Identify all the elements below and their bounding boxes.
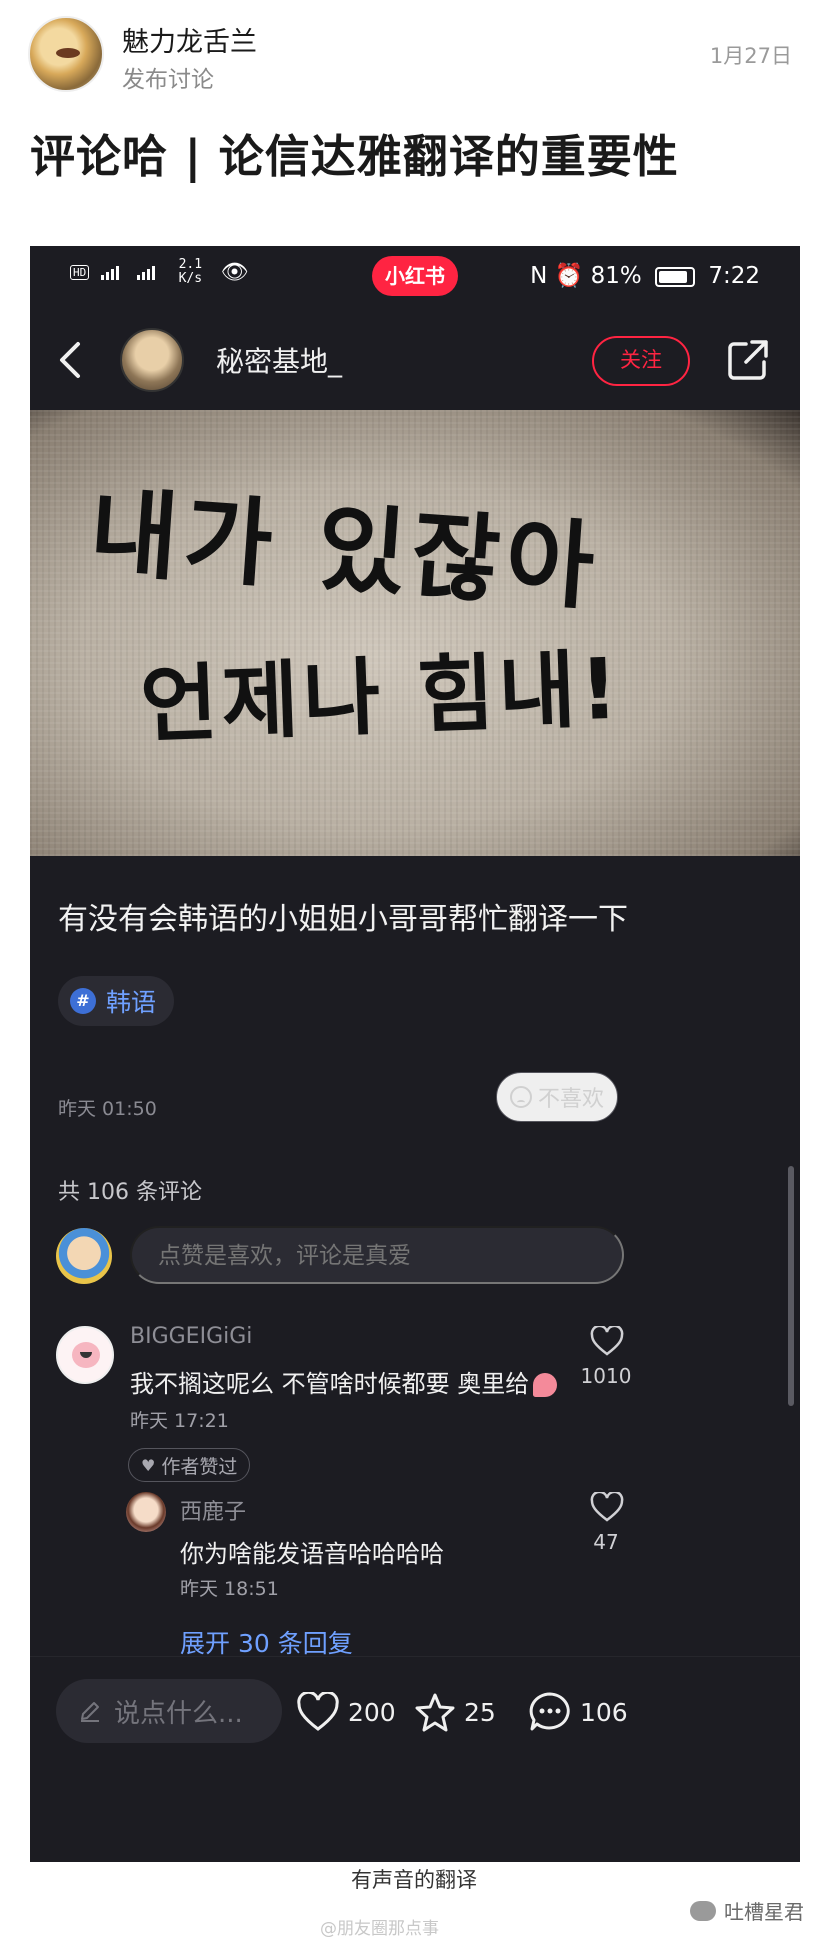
status-right: N ⏰ 81% 7:22 bbox=[530, 262, 760, 289]
star-outline-icon bbox=[415, 1693, 455, 1732]
topic-tag-label: 韩语 bbox=[106, 988, 157, 1017]
comment-like-count: 1010 bbox=[580, 1364, 632, 1388]
comment-text-body: 我不搁这呢么 不管啥时候都要 奥里给 bbox=[130, 1370, 530, 1398]
comment-total: 106 bbox=[580, 1697, 628, 1727]
reply-text: 你为啥能发语音哈哈哈哈 bbox=[180, 1540, 444, 1568]
post-action: 发布讨论 bbox=[122, 67, 214, 93]
battery-percent: 81% bbox=[590, 263, 642, 289]
author-avatar[interactable] bbox=[28, 16, 104, 92]
dislike-button[interactable]: 不喜欢 bbox=[496, 1072, 618, 1122]
like-button[interactable]: 200 bbox=[296, 1687, 396, 1737]
dislike-label: 不喜欢 bbox=[537, 1086, 604, 1111]
note-photo[interactable]: 내가 있잖아 언제나 힘내! bbox=[30, 410, 800, 856]
post-title: 评论哈 | 论信达雅翻译的重要性 bbox=[30, 130, 679, 183]
bottom-action-bar: 说点什么... 200 25 106 bbox=[30, 1656, 800, 1766]
commenter-avatar[interactable] bbox=[56, 1326, 114, 1384]
pencil-icon bbox=[81, 1702, 99, 1722]
comment-timestamp: 昨天 17:21 bbox=[130, 1410, 229, 1432]
reply-like-count: 47 bbox=[593, 1530, 619, 1554]
favorite-count: 25 bbox=[464, 1697, 496, 1727]
replier-avatar[interactable] bbox=[126, 1492, 166, 1532]
photo-text-line2: 언제나 힘내! bbox=[138, 639, 624, 755]
hashtag-icon: # bbox=[70, 988, 96, 1014]
alarm-icon: ⏰ bbox=[554, 263, 584, 289]
reply-like-heart-icon[interactable] bbox=[590, 1492, 624, 1522]
like-count: 200 bbox=[348, 1697, 396, 1727]
nfc-icon: N bbox=[530, 263, 548, 289]
chat-bubble-icon bbox=[529, 1692, 570, 1731]
note-title: 有没有会韩语的小姐姐小哥哥帮忙翻译一下 bbox=[58, 902, 628, 937]
favorite-button[interactable]: 25 bbox=[414, 1687, 496, 1737]
app-badge: 小红书 bbox=[372, 256, 458, 296]
reply-timestamp: 昨天 18:51 bbox=[180, 1578, 279, 1600]
replier-name[interactable]: 西鹿子 bbox=[180, 1494, 246, 1526]
photo-text-line1: 내가 있잖아 bbox=[86, 476, 604, 624]
comment-button[interactable]: 106 bbox=[528, 1687, 628, 1737]
sad-face-icon bbox=[509, 1086, 532, 1108]
wechat-icon bbox=[690, 1900, 716, 1921]
comment-count: 共 106 条评论 bbox=[58, 1180, 202, 1205]
share-icon[interactable] bbox=[726, 338, 770, 382]
scrollbar[interactable] bbox=[788, 1166, 794, 1406]
back-arrow-icon[interactable] bbox=[56, 340, 86, 380]
topic-tag[interactable]: # 韩语 bbox=[58, 976, 175, 1026]
signal-icon bbox=[100, 266, 119, 280]
say-something-input[interactable]: 说点什么... bbox=[56, 1679, 282, 1743]
wechat-watermark: 吐槽星君 bbox=[690, 1896, 804, 1925]
author-name[interactable]: 魅力龙舌兰 bbox=[122, 20, 257, 59]
clock: 7:22 bbox=[708, 263, 760, 289]
battery-icon bbox=[655, 266, 696, 287]
eye-icon: 👁 bbox=[220, 259, 249, 285]
author-liked-label: 作者赞过 bbox=[161, 1455, 238, 1478]
say-placeholder: 说点什么... bbox=[114, 1698, 243, 1729]
weibo-watermark: @朋友圈那点事 bbox=[320, 1919, 439, 1939]
hd-icon: HD bbox=[70, 265, 90, 280]
expand-replies-link[interactable]: 展开 30 条回复 bbox=[180, 1624, 353, 1660]
note-nav-bar: 秘密基地_ 关注 bbox=[30, 310, 800, 410]
status-left: HD 2.1 K/s 👁 bbox=[70, 258, 248, 286]
post-header: 魅力龙舌兰 发布讨论 1月27日 bbox=[28, 16, 800, 96]
signal-icon-2 bbox=[137, 266, 156, 280]
poster-username[interactable]: 秘密基地_ bbox=[216, 340, 342, 380]
comment-like-heart-icon[interactable] bbox=[590, 1326, 624, 1356]
network-speed: 2.1 K/s bbox=[179, 258, 202, 286]
note-timestamp: 昨天 01:50 bbox=[58, 1098, 157, 1120]
heart-icon: ♥ bbox=[141, 1455, 156, 1475]
image-caption: 有声音的翻译 bbox=[351, 1868, 477, 1892]
author-liked-badge: ♥ 作者赞过 bbox=[128, 1448, 251, 1482]
comment-text: 我不搁这呢么 不管啥时候都要 奥里给 bbox=[130, 1364, 558, 1399]
speed-value: 2.1 bbox=[178, 257, 203, 272]
follow-button[interactable]: 关注 bbox=[592, 336, 690, 386]
status-bar: HD 2.1 K/s 👁 小红书 N ⏰ 81% 7:22 bbox=[30, 246, 800, 310]
peach-emoji-icon bbox=[533, 1373, 558, 1397]
heart-outline-icon bbox=[297, 1692, 339, 1731]
speed-unit: K/s bbox=[178, 271, 203, 286]
my-avatar bbox=[56, 1228, 112, 1284]
poster-avatar[interactable] bbox=[120, 328, 184, 392]
phone-screenshot: HD 2.1 K/s 👁 小红书 N ⏰ 81% 7:22 秘密基地_ 关注 내… bbox=[30, 246, 800, 1862]
post-date: 1月27日 bbox=[709, 44, 792, 68]
commenter-name[interactable]: BIGGEIGiGi bbox=[130, 1324, 252, 1349]
wechat-watermark-label: 吐槽星君 bbox=[724, 1900, 804, 1924]
comment-input[interactable] bbox=[130, 1226, 624, 1284]
